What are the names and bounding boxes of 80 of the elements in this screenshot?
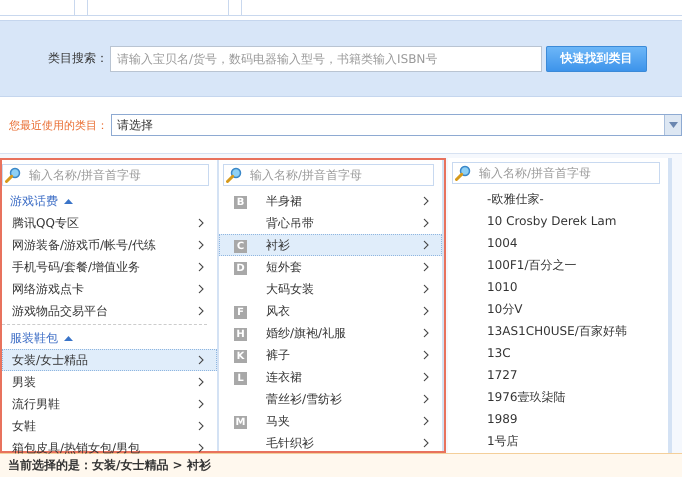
chevron-right-icon xyxy=(198,399,204,409)
collapse-triangle-icon[interactable] xyxy=(64,336,73,340)
recent-category-dropdown[interactable]: 请选择 xyxy=(111,114,682,136)
category-item[interactable]: F 风衣 xyxy=(219,300,442,322)
chevron-right-icon xyxy=(423,284,429,294)
category-item[interactable]: M 马夹 xyxy=(219,410,442,432)
brand-item[interactable]: 1010 xyxy=(448,276,668,298)
brand-item[interactable]: 1976壹玖柒陆 xyxy=(448,386,668,408)
chevron-right-icon xyxy=(423,240,429,250)
search-icon xyxy=(455,165,471,181)
brand-item[interactable]: 10 Crosby Derek Lam xyxy=(448,210,668,232)
brand-item[interactable]: 1号店 xyxy=(448,430,668,452)
chevron-right-icon xyxy=(423,416,429,426)
letter-badge: M xyxy=(234,416,247,428)
category-item[interactable]: K 裤子 xyxy=(219,344,442,366)
chevron-right-icon xyxy=(198,306,204,316)
filter-field[interactable]: 输入名称/拼音首字母 xyxy=(2,164,209,186)
category-item[interactable]: H 婚纱/旗袍/礼服 xyxy=(219,322,442,344)
category-item[interactable]: 流行男鞋 xyxy=(2,393,217,415)
category-item[interactable]: 女装/女士精品 xyxy=(2,349,217,371)
category-item[interactable]: 蕾丝衫/雪纺衫 xyxy=(219,388,442,410)
category-item[interactable]: 手机号码/套餐/增值业务 xyxy=(2,256,217,278)
chevron-right-icon xyxy=(423,328,429,338)
category-item[interactable]: 背心吊带 xyxy=(219,212,442,234)
letter-badge: H xyxy=(234,328,247,340)
letter-badge: K xyxy=(234,350,247,362)
chevron-right-icon xyxy=(198,262,204,272)
brand-item[interactable]: -欧雅仕家- xyxy=(448,188,668,210)
chevron-right-icon xyxy=(198,377,204,387)
category-item[interactable]: 网络游戏点卡 xyxy=(2,278,217,300)
brand-item[interactable]: 13C xyxy=(448,342,668,364)
search-label: 类目搜索： xyxy=(47,50,108,67)
category-item[interactable]: 游戏物品交易平台 xyxy=(2,300,217,322)
chevron-right-icon xyxy=(198,421,204,431)
brand-item[interactable]: 1989 xyxy=(448,408,668,430)
letter-badge: D xyxy=(234,262,247,274)
category-item[interactable]: C 衬衫 xyxy=(219,234,442,256)
chevron-right-icon xyxy=(198,355,204,365)
current-selection-text: 当前选择的是：女装/女士精品 > 衬衫 xyxy=(8,457,211,474)
chevron-right-icon xyxy=(423,218,429,228)
letter-badge: F xyxy=(234,306,247,318)
search-icon xyxy=(226,167,242,183)
category-item[interactable]: 腾讯QQ专区 xyxy=(2,212,217,234)
letter-badge: B xyxy=(234,196,247,208)
group-title[interactable]: 游戏话费 xyxy=(10,192,58,210)
brand-item[interactable]: 13AS1CH0USE/百家好韩 xyxy=(448,320,668,342)
chevron-right-icon xyxy=(198,284,204,294)
category-item[interactable]: 男装 xyxy=(2,371,217,393)
chevron-right-icon xyxy=(198,218,204,228)
filter-field[interactable]: 输入名称/拼音首字母 xyxy=(223,164,434,186)
category-item[interactable]: D 短外套 xyxy=(219,256,442,278)
chevron-right-icon xyxy=(423,350,429,360)
brand-item[interactable]: 10分V xyxy=(448,298,668,320)
chevron-right-icon xyxy=(423,394,429,404)
chevron-right-icon xyxy=(423,196,429,206)
category-item[interactable]: 大码女装 xyxy=(219,278,442,300)
category-item[interactable]: B 半身裙 xyxy=(219,190,442,212)
group-title[interactable]: 服装鞋包 xyxy=(10,330,58,346)
chevron-right-icon xyxy=(198,443,204,453)
search-icon xyxy=(5,167,21,183)
category-search-field[interactable]: 请输入宝贝名/货号，数码电器输入型号，书籍类输入ISBN号 xyxy=(110,46,542,72)
recent-category-label: 您最近使用的类目： xyxy=(8,118,108,132)
chevron-right-icon xyxy=(423,438,429,448)
category-item[interactable]: 箱包皮具/热销女包/男包 xyxy=(2,437,217,459)
dropdown-arrow-icon xyxy=(668,122,678,128)
brand-item[interactable]: 1727 xyxy=(448,364,668,386)
collapse-triangle-icon[interactable] xyxy=(64,198,73,204)
category-item[interactable]: 毛针织衫 xyxy=(219,432,442,454)
category-item[interactable]: L 连衣裙 xyxy=(219,366,442,388)
filter-field[interactable]: 输入名称/拼音首字母 xyxy=(452,162,660,184)
brand-item[interactable]: 100F1/百分之一 xyxy=(448,254,668,276)
category-item[interactable]: 网游装备/游戏币/帐号/代练 xyxy=(2,234,217,256)
category-item[interactable]: 女鞋 xyxy=(2,415,217,437)
chevron-right-icon xyxy=(423,262,429,272)
letter-badge: C xyxy=(234,240,247,252)
brand-item[interactable]: 1004 xyxy=(448,232,668,254)
chevron-right-icon xyxy=(198,240,204,250)
chevron-right-icon xyxy=(423,306,429,316)
letter-badge: L xyxy=(234,372,247,384)
chevron-right-icon xyxy=(423,372,429,382)
